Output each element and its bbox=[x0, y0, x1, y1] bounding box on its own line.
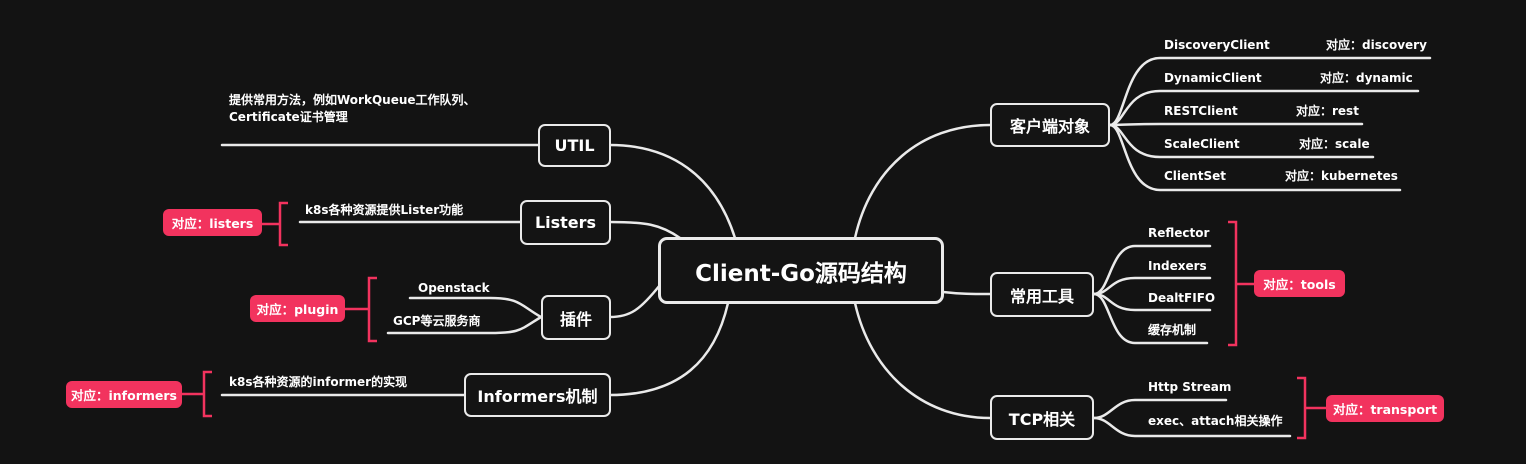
edge-central-tools bbox=[941, 290, 992, 296]
tag-informers-text: 对应：informers bbox=[71, 388, 177, 403]
tag-transport-text: 对应：transport bbox=[1332, 402, 1438, 417]
tag-tools[interactable]: 对应：tools bbox=[1254, 270, 1345, 297]
client-rest-tag: 对应：rest bbox=[1296, 104, 1359, 118]
branch-tcp[interactable]: TCP相关 bbox=[990, 395, 1094, 440]
tag-tools-text: 对应：tools bbox=[1263, 277, 1336, 292]
edge-central-util bbox=[608, 143, 737, 240]
edge-central-tcp bbox=[853, 301, 992, 420]
client-scale: ScaleClient bbox=[1164, 137, 1240, 151]
bracket-plugin bbox=[345, 276, 377, 343]
tag-listers[interactable]: 对应：listers bbox=[163, 209, 262, 236]
bracket-listers bbox=[262, 201, 288, 247]
client-clientset-tag: 对应：kubernetes bbox=[1285, 169, 1398, 183]
branch-tcp-label: TCP相关 bbox=[1008, 409, 1076, 429]
plugin-child-gcp: GCP等云服务商 bbox=[393, 314, 481, 328]
bracket-informers bbox=[182, 370, 212, 418]
tag-informers[interactable]: 对应：informers bbox=[66, 381, 182, 408]
central-node[interactable]: Client-Go源码结构 bbox=[658, 237, 944, 304]
bracket-transport bbox=[1297, 376, 1326, 440]
branch-informers[interactable]: Informers机制 bbox=[464, 373, 611, 417]
bracket-tools bbox=[1228, 220, 1254, 347]
tools-dealtfifo: DealtFIFO bbox=[1148, 291, 1216, 305]
tag-transport[interactable]: 对应：transport bbox=[1326, 395, 1444, 422]
branch-tools-label: 常用工具 bbox=[1009, 286, 1074, 306]
branch-util[interactable]: UTIL bbox=[538, 124, 611, 167]
listers-note: k8s各种资源提供Lister功能 bbox=[305, 203, 464, 217]
edge-client-rest bbox=[1108, 122, 1364, 127]
edge-central-informers bbox=[608, 301, 730, 397]
edge-client-dynamic bbox=[1108, 89, 1420, 127]
tcp-http-stream: Http Stream bbox=[1148, 380, 1232, 394]
branch-tools[interactable]: 常用工具 bbox=[990, 272, 1094, 317]
tcp-exec-attach: exec、attach相关操作 bbox=[1148, 414, 1283, 428]
client-dynamic: DynamicClient bbox=[1164, 71, 1262, 85]
client-discovery-tag: 对应：discovery bbox=[1326, 38, 1427, 52]
branch-informers-label: Informers机制 bbox=[477, 387, 598, 406]
branch-clients-label: 客户端对象 bbox=[1009, 117, 1090, 136]
branch-listers[interactable]: Listers bbox=[520, 200, 611, 245]
client-clientset: ClientSet bbox=[1164, 169, 1226, 183]
tools-reflector: Reflector bbox=[1148, 226, 1210, 240]
util-note-line1: 提供常用方法，例如WorkQueue工作队列、 bbox=[229, 93, 476, 107]
branch-listers-label: Listers bbox=[534, 213, 597, 232]
edge-central-clients bbox=[853, 123, 992, 240]
client-discovery: DiscoveryClient bbox=[1164, 38, 1270, 52]
mindmap-canvas: Client-Go源码结构 UTIL Listers 插件 Informers机… bbox=[0, 0, 1526, 464]
tools-indexers: Indexers bbox=[1148, 259, 1207, 273]
branch-plugins-label: 插件 bbox=[559, 309, 592, 329]
util-note-line2: Certificate证书管理 bbox=[229, 110, 348, 124]
branch-clients[interactable]: 客户端对象 bbox=[990, 103, 1110, 147]
tag-plugin-text: 对应：plugin bbox=[256, 302, 339, 317]
branch-util-label: UTIL bbox=[554, 136, 595, 155]
edge-central-listers bbox=[608, 220, 682, 240]
tag-plugin[interactable]: 对应：plugin bbox=[250, 295, 345, 322]
central-node-label: Client-Go源码结构 bbox=[695, 260, 907, 287]
tag-listers-text: 对应：listers bbox=[171, 216, 254, 231]
plugin-child-openstack: Openstack bbox=[418, 281, 490, 295]
tools-cache: 缓存机制 bbox=[1148, 323, 1197, 337]
client-scale-tag: 对应：scale bbox=[1299, 137, 1370, 151]
client-dynamic-tag: 对应：dynamic bbox=[1320, 71, 1413, 85]
edge-central-plugins bbox=[608, 283, 662, 319]
branch-plugins[interactable]: 插件 bbox=[541, 295, 611, 340]
informers-note: k8s各种资源的informer的实现 bbox=[229, 375, 408, 389]
client-rest: RESTClient bbox=[1164, 104, 1238, 118]
